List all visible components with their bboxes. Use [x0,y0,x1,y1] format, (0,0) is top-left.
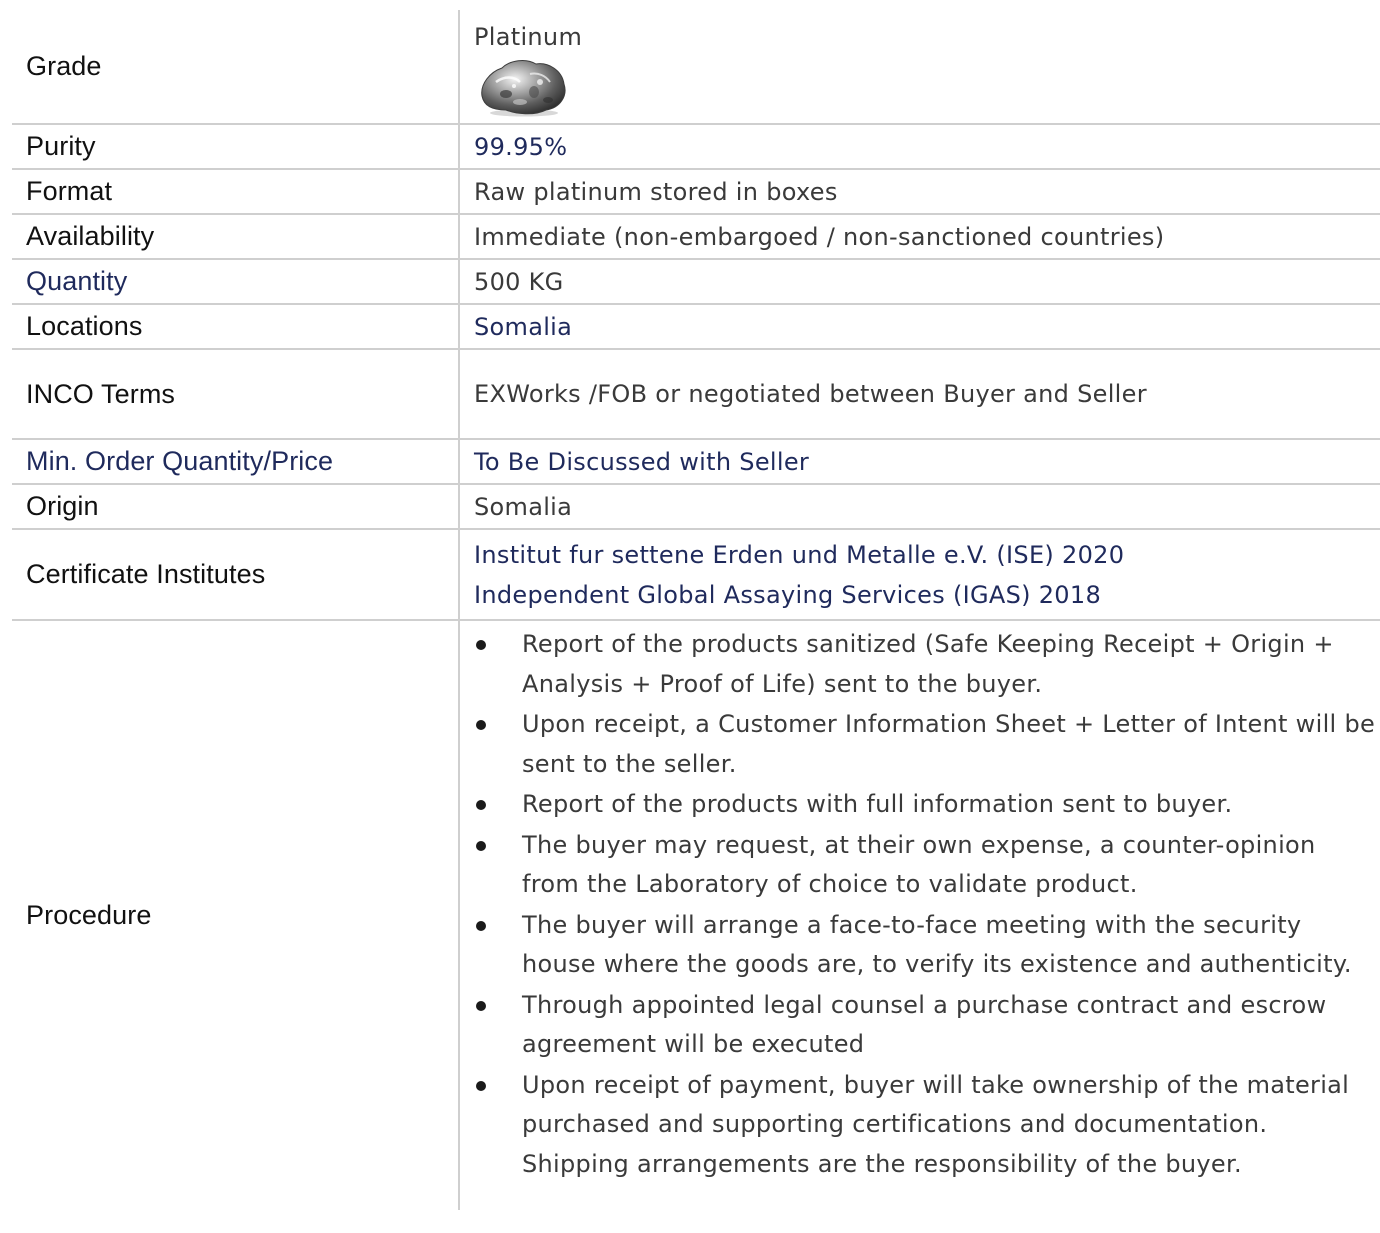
min-order-value: To Be Discussed with Seller [459,438,1380,484]
bullet-icon [476,1080,486,1091]
list-item: Report of the products with full informa… [474,785,1380,825]
procedure-step: The buyer will arrange a face-to-face me… [522,910,1352,979]
inco-terms-value: EXWorks /FOB or negotiated between Buyer… [459,348,1380,439]
row-locations: Locations Somalia [12,303,1380,349]
procedure-step: The buyer may request, at their own expe… [522,830,1316,899]
row-availability: Availability Immediate (non-embargoed / … [12,213,1380,259]
purity-value: 99.95% [459,123,1380,169]
availability-label: Availability [12,213,460,259]
list-item: The buyer will arrange a face-to-face me… [474,906,1380,985]
inco-terms-label: INCO Terms [12,348,460,439]
certificate-line: Institut fur settene Erden und Metalle e… [474,540,1125,569]
procedure-label: Procedure [12,619,460,1210]
bullet-icon [476,1000,486,1011]
row-purity: Purity 99.95% [12,123,1380,169]
origin-value: Somalia [459,483,1380,529]
procedure-value-cell: Report of the products sanitized (Safe K… [459,619,1380,1210]
list-item: The buyer may request, at their own expe… [474,826,1380,905]
row-origin: Origin Somalia [12,483,1380,529]
row-certificates: Certificate Institutes Institut fur sett… [12,528,1380,620]
procedure-list: Report of the products sanitized (Safe K… [474,625,1380,1184]
platinum-nugget-icon [481,60,566,117]
procedure-step: Upon receipt, a Customer Information She… [522,710,1376,778]
procedure-step: Report of the products with full informa… [522,790,1233,818]
bullet-icon [476,640,486,650]
format-value: Raw platinum stored in boxes [459,168,1380,214]
list-item: Through appointed legal counsel a purcha… [474,986,1380,1065]
bullet-icon [476,920,486,931]
locations-label: Locations [12,303,460,349]
row-min-order: Min. Order Quantity/Price To Be Discusse… [12,438,1380,484]
format-label: Format [12,168,460,214]
purity-label: Purity [12,123,460,169]
list-item: Report of the products sanitized (Safe K… [474,625,1380,704]
bullet-icon [476,800,486,810]
procedure-step: Through appointed legal counsel a purcha… [522,990,1327,1059]
row-quantity: Quantity 500 KG [12,258,1380,304]
availability-value: Immediate (non-embargoed / non-sanctione… [459,213,1380,259]
procedure-step: Report of the products sanitized (Safe K… [522,630,1334,698]
list-item: Upon receipt, a Customer Information She… [474,705,1380,784]
bullet-icon [476,720,486,730]
procedure-step: Upon receipt of payment, buyer will take… [522,1070,1350,1178]
locations-value: Somalia [459,303,1380,349]
row-grade: Grade Platinum [12,10,1380,124]
origin-label: Origin [12,483,460,529]
quantity-value: 500 KG [459,258,1380,304]
bullet-icon [476,840,486,851]
certificates-value-cell: Institut fur settene Erden und Metalle e… [459,528,1380,620]
certificates-label: Certificate Institutes [12,528,460,620]
row-inco-terms: INCO Terms EXWorks /FOB or negotiated be… [12,348,1380,439]
specification-table: Grade Platinum Purity 99.95% Format Raw … [12,10,1380,1210]
row-procedure: Procedure Report of the products sanitiz… [12,619,1380,1210]
list-item: Upon receipt of payment, buyer will take… [474,1066,1380,1185]
row-format: Format Raw platinum stored in boxes [12,168,1380,214]
quantity-label: Quantity [12,258,460,304]
certificate-line: Independent Global Assaying Services (IG… [474,580,1102,609]
grade-value-cell: Platinum [459,10,1380,124]
grade-value: Platinum [474,23,583,51]
grade-label: Grade [12,10,460,124]
min-order-label: Min. Order Quantity/Price [12,438,460,484]
